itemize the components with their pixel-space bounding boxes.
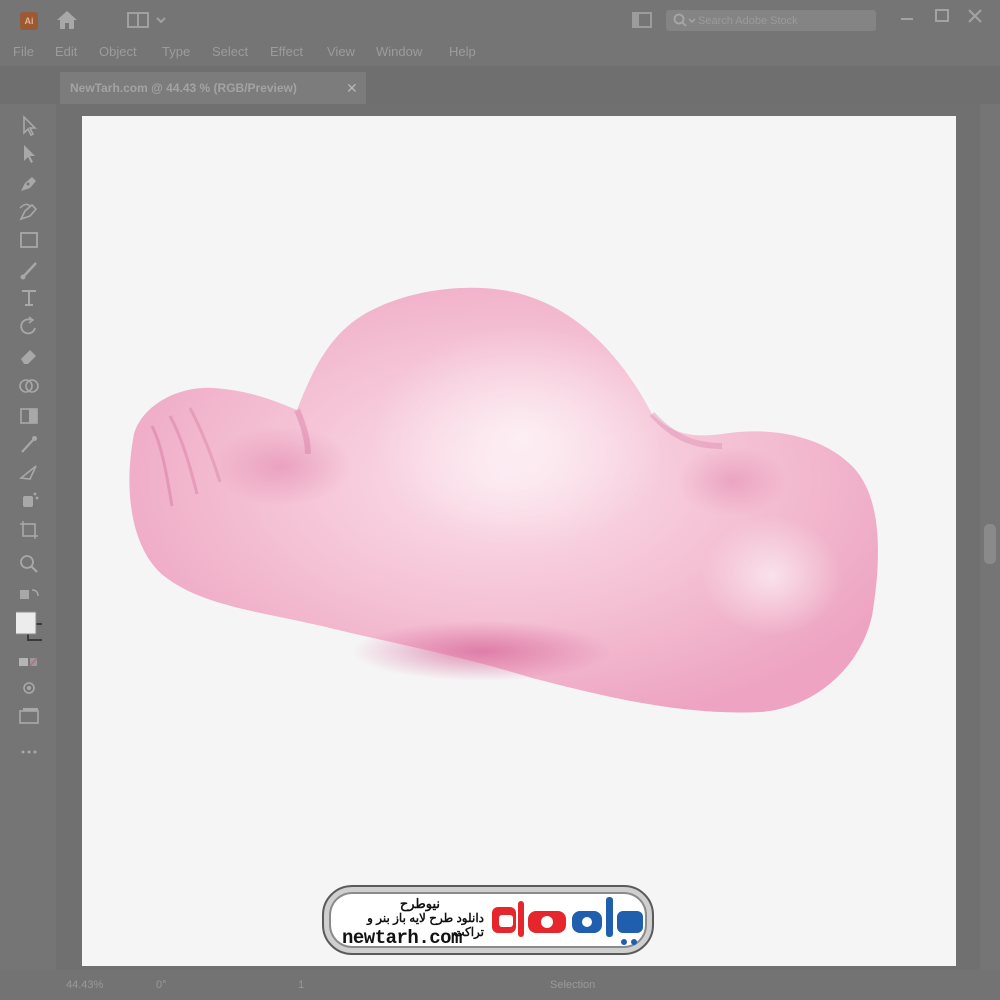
fill-stroke-swatch[interactable] [16,610,42,644]
draw-mode-icon [23,682,35,694]
illustrator-logo: Ai [20,12,38,30]
artboard[interactable] [82,116,956,966]
direct-selection-tool[interactable] [16,142,42,166]
menu-type[interactable]: Type [162,44,190,59]
shape-builder-tool-icon [19,379,39,393]
vertical-scrollbar[interactable] [980,104,1000,970]
menu-object[interactable]: Object [99,44,137,59]
menu-help[interactable]: Help [449,44,476,59]
draw-mode-button[interactable] [16,676,42,700]
search-input[interactable] [698,12,868,29]
eraser-tool[interactable] [16,344,42,368]
cloud-center-highlight [372,326,672,546]
canvas-area[interactable] [56,104,1000,970]
restore-icon [935,9,949,22]
cloud-right-shadow [677,446,787,516]
type-tool[interactable] [16,286,42,310]
selection-tool-icon [23,115,37,137]
artboard-number-field[interactable]: 1 [298,979,304,991]
menu-effect[interactable]: Effect [270,44,303,59]
cloud-bottom-shadow [352,621,612,681]
curvature-tool[interactable] [16,200,42,224]
symbol-sprayer-tool-icon [23,492,39,507]
menu-bar: File Edit Object Type Select Effect View… [0,40,1000,66]
watermark-url: newtarh.com [342,927,462,949]
close-window-button[interactable] [964,6,986,26]
zoom-tool[interactable] [16,552,42,576]
rotate-tool-icon [20,316,36,335]
document-tab-label: NewTarh.com @ 44.43 % (RGB/Preview) [70,81,297,95]
direct-selection-tool-icon [24,145,35,163]
artboard-tool-icon [20,521,38,539]
paintbrush-tool-icon [20,262,37,280]
eyedropper-tool[interactable] [16,432,42,456]
shape-builder-tool[interactable] [16,374,42,398]
fill-stroke-swatch-icon [16,611,42,641]
selection-tool[interactable] [16,114,42,138]
home-button[interactable] [54,8,80,32]
document-tab-bar: NewTarh.com @ 44.43 % (RGB/Preview) ✕ [0,66,1000,104]
menu-window[interactable]: Window [376,44,422,59]
more-tools-icon [21,750,37,754]
rotate-tool[interactable] [16,314,42,338]
curvature-tool-icon [19,203,38,221]
blend-tool[interactable] [16,460,42,484]
rotation-field[interactable]: 0° [156,979,167,991]
arrange-documents-icon [632,12,652,28]
close-icon [968,9,982,23]
eyedropper-tool-icon [21,436,37,453]
menu-edit[interactable]: Edit [55,44,77,59]
search-icon [673,13,696,27]
scroll-thumb[interactable] [984,524,996,564]
tools-panel [0,104,56,970]
minimize-icon [901,18,913,20]
rectangle-tool-icon [20,232,38,248]
arrange-documents-button[interactable] [630,10,654,30]
eraser-tool-icon [21,350,36,364]
maximize-button[interactable] [931,6,953,26]
screen-mode-icon [19,708,39,724]
tab-close-button[interactable]: ✕ [346,80,358,97]
watermark-title: نیوطرح [399,896,440,911]
newtarh-logo [492,897,643,945]
rectangle-tool[interactable] [16,228,42,252]
cloud-pillow-artwork[interactable] [82,116,956,966]
minimize-button[interactable] [896,6,918,26]
menu-file[interactable]: File [13,44,34,59]
home-icon [57,11,77,29]
cloud-left-shadow [212,426,352,506]
swap-fill-stroke-button[interactable] [16,584,42,608]
pen-tool[interactable] [16,172,42,196]
title-bar: Ai [0,0,1000,40]
type-tool-icon [22,290,36,306]
color-mode-button[interactable] [16,650,42,674]
paintbrush-tool[interactable] [16,258,42,282]
cloud-right-highlight [702,516,842,636]
current-tool-display[interactable]: Selection [550,979,595,991]
menu-view[interactable]: View [327,44,355,59]
symbol-sprayer-tool[interactable] [16,488,42,512]
workspace-grid-icon [127,12,166,28]
document-tab[interactable]: NewTarh.com @ 44.43 % (RGB/Preview) ✕ [60,72,366,104]
color-mode-icon [19,657,38,667]
zoom-tool-icon [20,555,38,573]
more-tools-button[interactable] [16,740,42,764]
zoom-level-field[interactable]: 44.43% [66,979,103,991]
blend-tool-icon [18,465,37,480]
menu-select[interactable]: Select [212,44,248,59]
gradient-tool-icon [20,408,38,424]
swap-fill-stroke-icon [20,589,39,599]
status-bar: 44.43% 0° 1 Selection [0,970,1000,1000]
workspace-switcher-button[interactable] [126,10,172,30]
artboard-tool[interactable] [16,518,42,542]
gradient-tool[interactable] [16,404,42,428]
pen-tool-icon [21,177,36,191]
screen-mode-button[interactable] [16,704,42,728]
search-bar[interactable] [666,10,876,31]
